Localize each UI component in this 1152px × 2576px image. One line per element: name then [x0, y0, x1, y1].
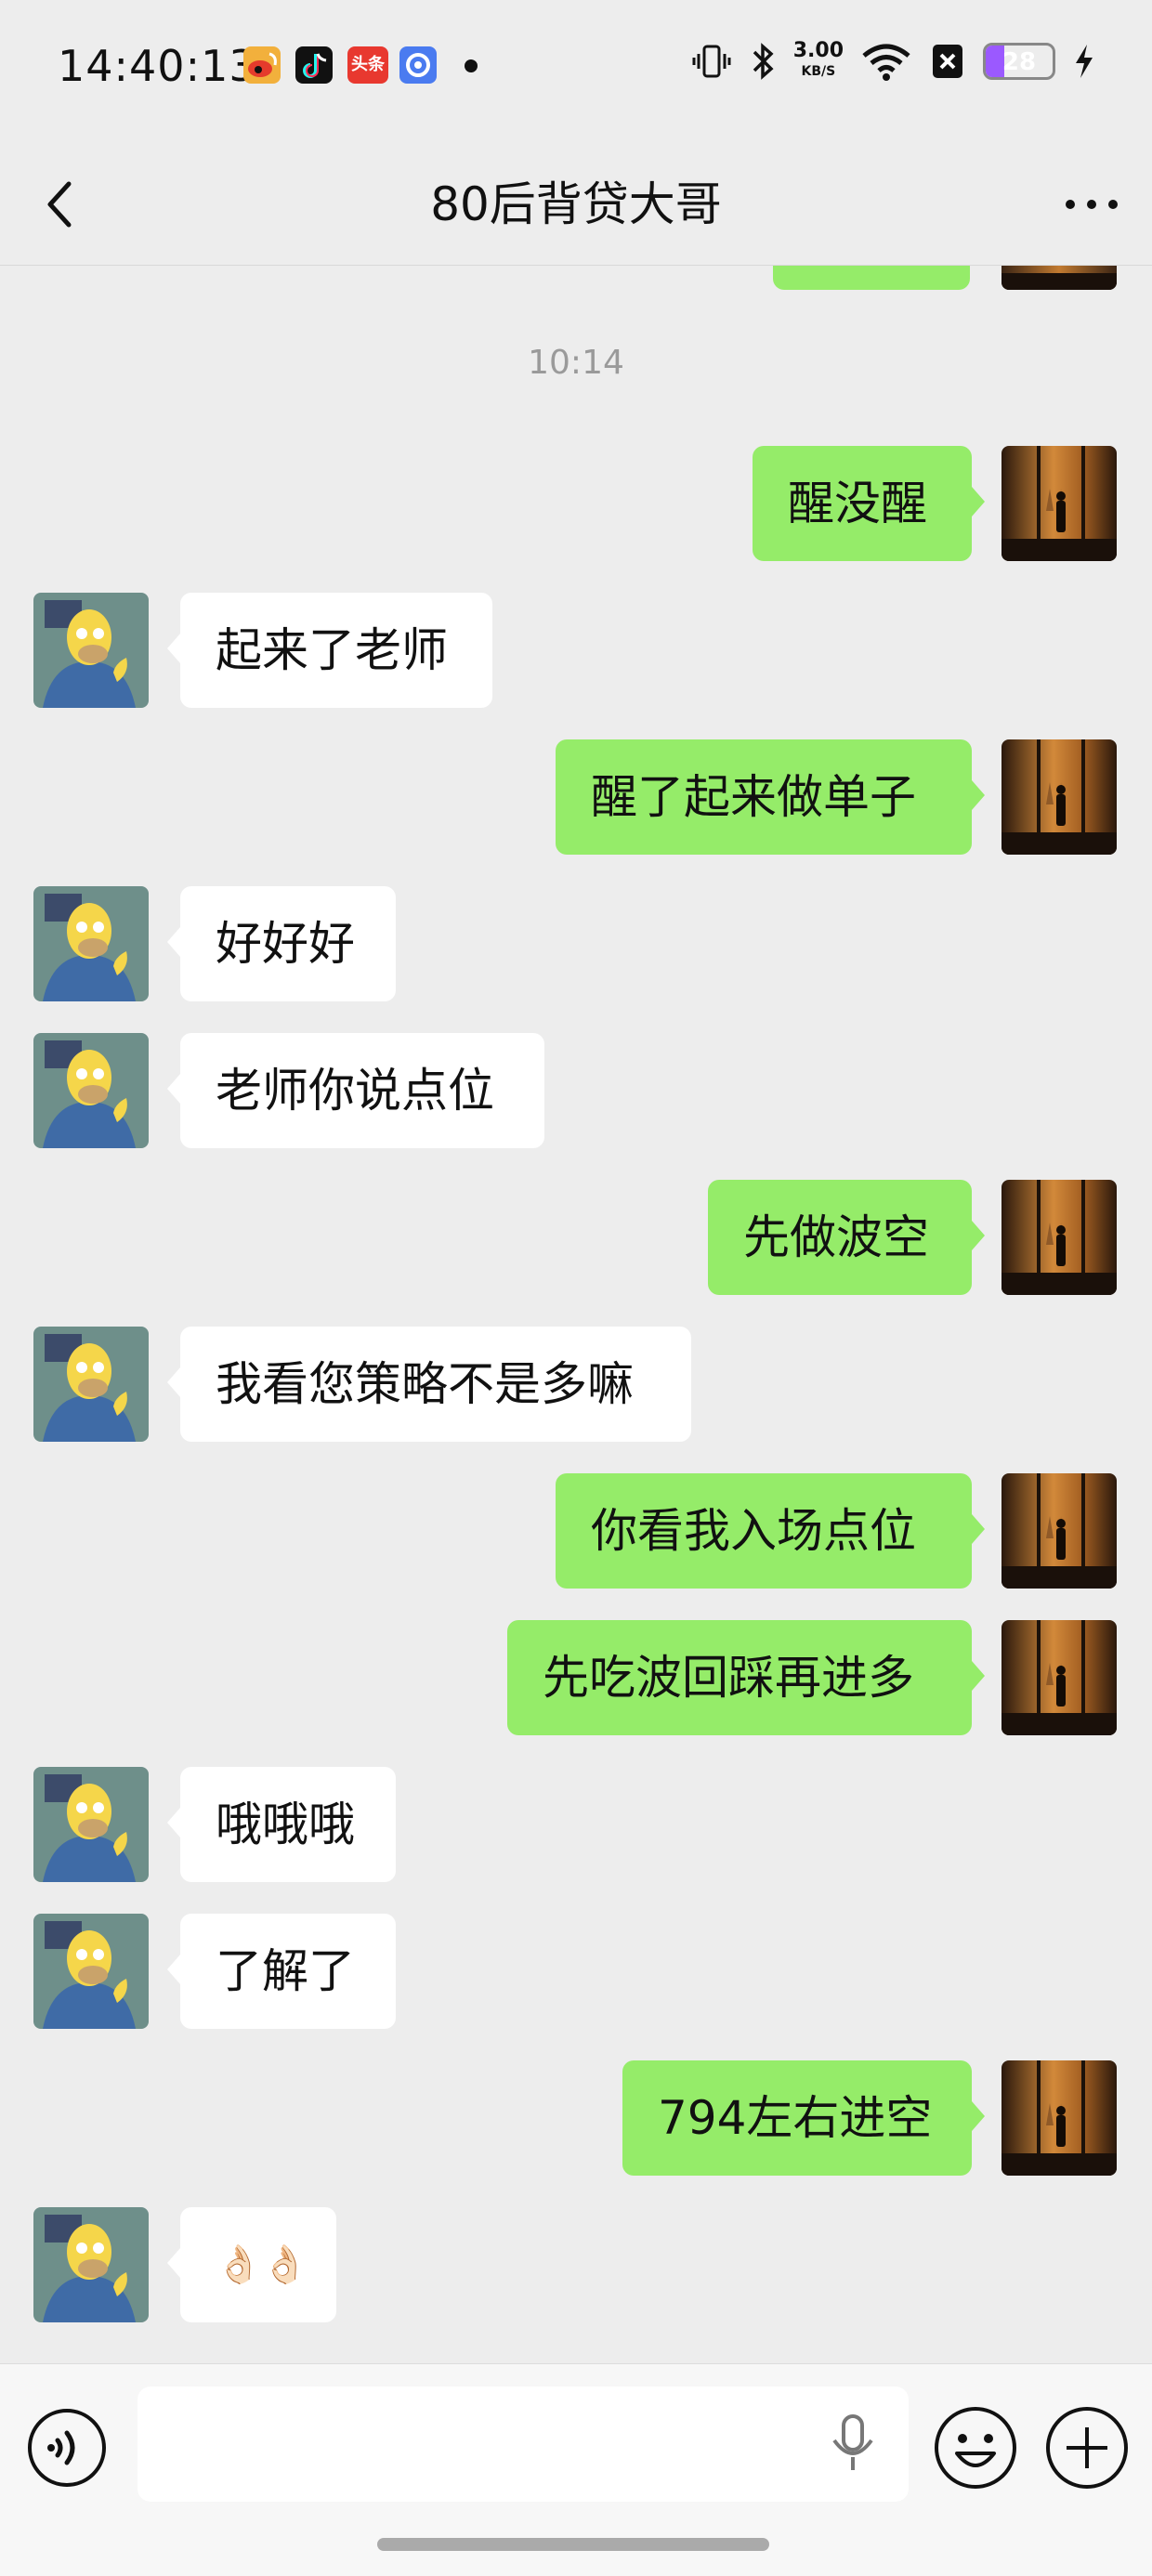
my-avatar[interactable] — [1001, 446, 1117, 561]
status-bar: 14:40:13 头条 3.00 KB/S 28 — [0, 0, 1152, 139]
plus-icon[interactable] — [1044, 2405, 1130, 2491]
sent-message-bubble[interactable]: 醒了起来做单子 — [556, 739, 985, 855]
sent-message-bubble[interactable]: 你看我入场点位 — [556, 1473, 985, 1589]
charging-icon — [1076, 45, 1093, 78]
microphone-icon[interactable] — [827, 2411, 879, 2476]
my-avatar[interactable] — [1001, 2060, 1117, 2176]
contact-avatar[interactable] — [33, 1033, 149, 1148]
battery-indicator: 28 — [983, 43, 1055, 80]
bluetooth-icon — [753, 43, 774, 80]
my-avatar[interactable] — [1001, 1473, 1117, 1589]
tiktok-icon — [295, 46, 333, 84]
received-message-bubble[interactable]: 我看您策略不是多嘛 — [167, 1327, 691, 1442]
wifi-icon — [862, 44, 910, 81]
my-avatar[interactable] — [1001, 1180, 1117, 1295]
chat-header: 80后背贷大哥 — [0, 139, 1152, 266]
contact-avatar[interactable] — [33, 1327, 149, 1442]
no-sim-icon — [933, 45, 962, 78]
message-input[interactable] — [137, 2386, 909, 2502]
message-bubble-partial[interactable] — [773, 266, 970, 290]
contact-avatar[interactable] — [33, 1914, 149, 2029]
received-message-bubble[interactable]: 起来了老师 — [167, 593, 492, 708]
contact-avatar[interactable] — [33, 886, 149, 1001]
contact-avatar[interactable] — [33, 593, 149, 708]
received-message-bubble[interactable]: 👌🏻👌🏻 — [167, 2207, 336, 2322]
weibo-icon — [243, 46, 281, 84]
chat-title: 80后背贷大哥 — [430, 177, 722, 231]
received-message-bubble[interactable]: 了解了 — [167, 1914, 396, 2029]
battery-level: 28 — [1001, 48, 1037, 76]
more-dots-icon[interactable] — [1059, 177, 1124, 232]
message-list[interactable]: 10:14 醒没醒起来了老师 醒了起来做单子好好好老师你说点位先做波空 我看您策略不… — [0, 266, 1152, 2363]
sent-message-bubble[interactable]: 794左右进空 — [622, 2060, 985, 2176]
sent-message-bubble[interactable]: 醒没醒 — [753, 446, 985, 561]
voice-mode-icon[interactable] — [26, 2407, 108, 2489]
network-speed: 3.00 KB/S — [792, 39, 844, 80]
sent-message-bubble[interactable]: 先吃波回踩再进多 — [507, 1620, 985, 1735]
chat-timestamp: 10:14 — [528, 344, 624, 382]
sent-message-bubble[interactable]: 先做波空 — [708, 1180, 985, 1295]
browser-icon — [399, 46, 437, 84]
contact-avatar[interactable] — [33, 2207, 149, 2322]
my-avatar-partial[interactable] — [1001, 266, 1117, 290]
notification-dot — [465, 59, 478, 72]
emoji-icon[interactable] — [933, 2405, 1018, 2491]
home-indicator[interactable] — [377, 2538, 769, 2551]
status-icons: 3.00 KB/S 28 — [691, 41, 1096, 82]
status-time: 14:40:13 — [58, 41, 257, 91]
received-message-bubble[interactable]: 好好好 — [167, 886, 396, 1001]
my-avatar[interactable] — [1001, 739, 1117, 855]
contact-avatar[interactable] — [33, 1767, 149, 1882]
vibrate-icon — [692, 45, 731, 78]
my-avatar[interactable] — [1001, 1620, 1117, 1735]
toutiao-icon: 头条 — [347, 46, 388, 84]
received-message-bubble[interactable]: 老师你说点位 — [167, 1033, 544, 1148]
received-message-bubble[interactable]: 哦哦哦 — [167, 1767, 396, 1882]
